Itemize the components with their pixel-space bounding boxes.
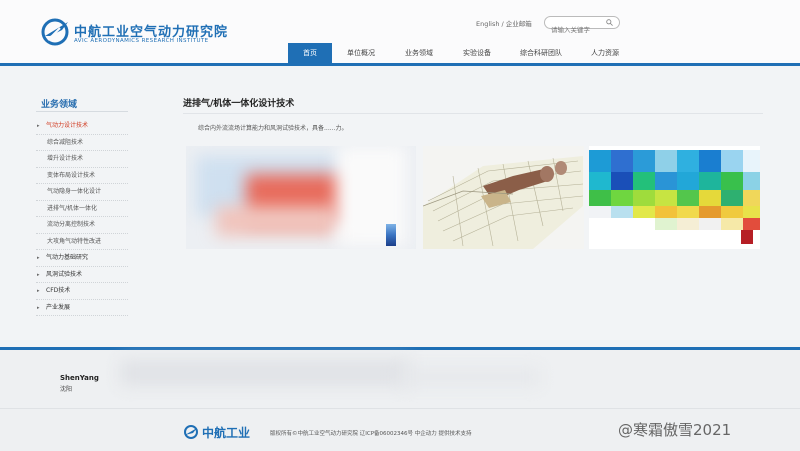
sidebar-item-aero-design[interactable]: 气动力设计技术	[36, 118, 128, 135]
sidebar-item-basic-research[interactable]: 气动力基础研究	[36, 250, 128, 267]
sidebar-subitem-lift-enhancement[interactable]: 增升设计技术	[36, 151, 128, 168]
sidebar-item-industry[interactable]: 产业发展	[36, 300, 128, 316]
logo-icon[interactable]	[40, 16, 72, 46]
page-title: 进排气/机体一体化设计技术	[183, 99, 295, 109]
footer-logo-text[interactable]: 中航工业	[202, 424, 250, 441]
logo-title-en: AVIC AERODYNAMICS RESEARCH INSTITUTE	[74, 38, 209, 44]
sidebar-menu: 气动力设计技术 综合减阻技术 增升设计技术 变体布局设计技术 气动隐身一体化设计…	[36, 118, 128, 316]
footer-logo-icon	[184, 425, 198, 439]
nav-home[interactable]: 首页	[288, 43, 332, 63]
nav-hr[interactable]: 人力资源	[576, 43, 634, 63]
site-header: 中航工业空气动力研究院 AVIC AERODYNAMICS RESEARCH I…	[0, 0, 800, 66]
cfd-simulation-image	[186, 146, 416, 249]
sidebar-subitem-stealth-integration[interactable]: 气动隐身一体化设计	[36, 184, 128, 201]
nav-business[interactable]: 业务领域	[390, 43, 448, 63]
footer-copyright: 版权所有©中航工业空气动力研究院 辽ICP备06002346号 中企动力 提供技…	[270, 431, 472, 437]
sidebar-subitem-flow-separation[interactable]: 流动分离控制技术	[36, 217, 128, 234]
top-links[interactable]: English / 企业邮箱	[476, 18, 532, 28]
sidebar-item-wind-tunnel[interactable]: 风洞试验技术	[36, 267, 128, 283]
sidebar-item-cfd[interactable]: CFD技术	[36, 283, 128, 300]
nav-equipment[interactable]: 实验设备	[448, 43, 506, 63]
main-nav: 首页 单位概况 业务领域 实验设备 综合科研团队 人力资源	[288, 43, 634, 63]
search-input[interactable]	[545, 24, 603, 36]
aircraft-inlet-model-image	[423, 146, 584, 249]
footer-city-cn: 沈阳	[60, 386, 73, 393]
sidebar-title: 业务领域	[41, 100, 78, 110]
footer-separator	[0, 408, 800, 409]
search-icon[interactable]	[606, 19, 613, 26]
title-divider	[183, 113, 763, 114]
sidebar-subitem-morphing-layout[interactable]: 变体布局设计技术	[36, 168, 128, 184]
nav-research-team[interactable]: 综合科研团队	[506, 43, 576, 63]
sidebar-subitem-inlet-airframe[interactable]: 进排气/机体一体化	[36, 201, 128, 217]
weibo-watermark: @寒霜傲雪2021	[618, 421, 732, 439]
pressure-contour-image	[589, 146, 760, 249]
search-box[interactable]	[544, 16, 620, 36]
nav-about[interactable]: 单位概况	[332, 43, 390, 63]
sidebar-subitem-high-aoa[interactable]: 大攻角气动特性改进	[36, 234, 128, 250]
nav-divider	[0, 63, 800, 66]
footer-city-en: ShenYang	[60, 374, 99, 382]
sidebar-title-divider	[36, 111, 128, 112]
sidebar-subitem-drag-reduction[interactable]: 综合减阻技术	[36, 135, 128, 151]
content-description: 综合内外流流场计算能力和风洞试验技术，具备......力。	[198, 125, 348, 132]
